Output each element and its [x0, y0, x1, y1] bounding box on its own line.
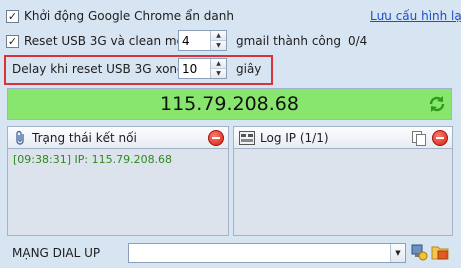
save-config-link[interactable]: Lưu cấu hình lại	[370, 9, 461, 23]
connection-status-panel: Trạng thái kết nối [09:38:31] IP: 115.79…	[7, 126, 229, 236]
dialup-select[interactable]: ▼	[128, 243, 406, 263]
reset-usb-checkbox[interactable]: ✓	[6, 35, 19, 48]
dialup-selected-value	[129, 244, 390, 262]
open-folder-icon[interactable]	[431, 243, 449, 261]
log-ip-panel-header: Log IP (1/1)	[234, 127, 452, 149]
connection-log-entry: [09:38:31] IP: 115.79.208.68	[8, 149, 228, 170]
delay-input[interactable]	[179, 59, 210, 78]
reset-usb-label: Reset USB 3G và clean mỗi	[24, 34, 188, 48]
stepper-down-icon[interactable]: ▼	[211, 40, 226, 50]
log-time: [09:38:31]	[13, 153, 71, 166]
gmail-count: 0/4	[348, 34, 368, 48]
current-ip-display: 115.79.208.68	[7, 88, 452, 120]
ip-text: 115.79.208.68	[159, 93, 299, 115]
log-ip-panel: Log IP (1/1)	[233, 126, 453, 236]
stepper-up-icon[interactable]: ▲	[211, 31, 226, 40]
refresh-icon[interactable]	[428, 95, 446, 113]
network-settings-icon[interactable]	[410, 243, 428, 261]
incognito-checkbox[interactable]: ✓	[6, 10, 19, 23]
clear-ip-log-icon[interactable]	[432, 130, 448, 146]
reset-count-stepper[interactable]: ▲ ▼	[178, 30, 227, 51]
stepper-down-icon[interactable]: ▼	[211, 68, 226, 78]
log-ip-panel-title: Log IP (1/1)	[260, 130, 329, 145]
gmail-success-label: gmail thành công	[236, 34, 341, 48]
log-message: IP: 115.79.208.68	[74, 153, 173, 166]
delay-unit: giây	[236, 62, 262, 76]
network-card-icon	[239, 130, 255, 145]
paperclip-icon	[16, 130, 24, 145]
delay-stepper[interactable]: ▲ ▼	[178, 58, 227, 79]
reset-count-input[interactable]	[179, 31, 210, 50]
chevron-down-icon[interactable]: ▼	[390, 244, 405, 262]
dialup-label: MẠNG DIAL UP	[12, 246, 101, 260]
stepper-up-icon[interactable]: ▲	[211, 59, 226, 68]
delay-label: Delay khi reset USB 3G xong	[12, 62, 185, 76]
connection-panel-header: Trạng thái kết nối	[8, 127, 228, 149]
clear-connection-log-icon[interactable]	[208, 130, 224, 146]
connection-panel-title: Trạng thái kết nối	[32, 130, 137, 145]
incognito-label: Khởi động Google Chrome ẩn danh	[24, 9, 234, 23]
copy-icon[interactable]	[412, 131, 426, 146]
